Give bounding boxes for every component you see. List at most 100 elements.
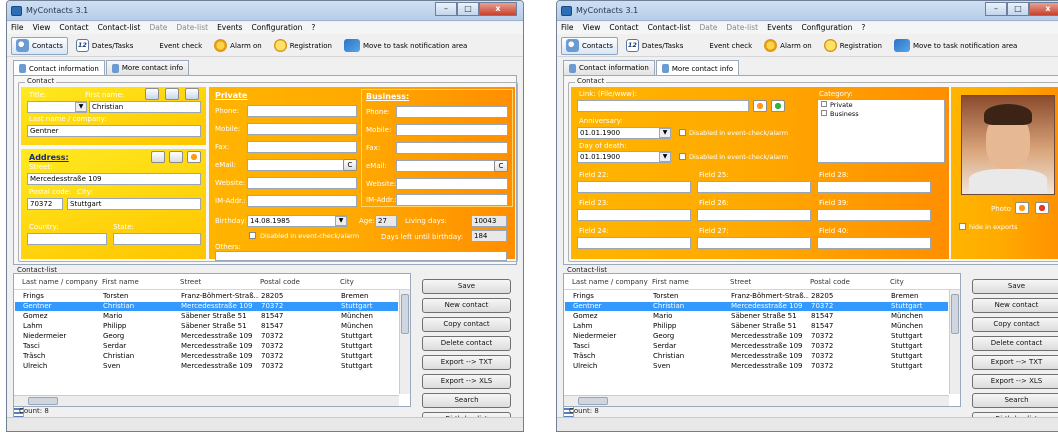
delete-photo-icon[interactable] [1035, 202, 1049, 214]
move-tray-button[interactable]: Move to task notification area [340, 37, 471, 55]
scroll-thumb[interactable] [951, 294, 959, 334]
menu-help[interactable]: ? [861, 22, 865, 34]
minimize-button[interactable]: – [435, 2, 457, 16]
death-disabled-checkbox[interactable] [679, 153, 686, 160]
minimize-button[interactable]: – [985, 2, 1007, 16]
horizontal-scrollbar[interactable] [14, 395, 399, 406]
delete-contact-button[interactable]: Delete contact [422, 336, 511, 351]
menu-view[interactable]: View [33, 22, 51, 34]
open-photo-icon[interactable] [1015, 202, 1029, 214]
col-city[interactable]: City [890, 278, 904, 286]
col-postal[interactable]: Postal code [260, 278, 300, 286]
email-send-button[interactable]: C [343, 159, 357, 171]
business-mobile-field[interactable] [396, 124, 508, 136]
vertical-scrollbar[interactable] [399, 290, 410, 394]
private-email-field[interactable] [247, 159, 345, 171]
menu-date-list[interactable]: Date-list [726, 22, 758, 34]
business-im-field[interactable] [396, 194, 508, 206]
field-23-input[interactable] [577, 209, 691, 221]
birthday-field[interactable]: 14.08.1985 [247, 215, 347, 227]
dates-tasks-button[interactable]: 12 Dates/Tasks [72, 37, 138, 55]
field-25-input[interactable] [697, 181, 811, 193]
col-lastname[interactable]: Last name / company [572, 278, 648, 286]
private-website-field[interactable] [247, 177, 357, 189]
hide-exports-checkbox[interactable] [959, 223, 966, 230]
copy-contact-button[interactable]: Copy contact [972, 317, 1058, 332]
notes-icon[interactable] [165, 88, 179, 100]
col-city[interactable]: City [340, 278, 354, 286]
col-street[interactable]: Street [180, 278, 201, 286]
city-field[interactable]: Stuttgart [67, 198, 201, 210]
scroll-thumb[interactable] [578, 397, 608, 405]
alarm-on-button[interactable]: Alarm on [760, 37, 816, 55]
others-field[interactable] [215, 251, 507, 261]
anniversary-field[interactable]: 01.01.1900 [577, 127, 671, 139]
business-website-field[interactable] [396, 178, 508, 190]
contact-list-table[interactable]: Last name / company First name Street Po… [13, 273, 411, 407]
tab-contact-info[interactable]: Contact information [13, 60, 105, 76]
link-field[interactable] [577, 100, 749, 112]
close-button[interactable]: x [479, 2, 517, 16]
table-row[interactable]: Gentner Christian Mercedesstraße 109 70372 S… [565, 302, 948, 311]
country-field[interactable] [27, 233, 107, 245]
field-40-input[interactable] [817, 237, 931, 249]
close-button[interactable]: x [1029, 2, 1058, 16]
field-28-input[interactable] [817, 181, 931, 193]
table-row[interactable]: Lahm Philipp Säbener Straße 51 81547 München [565, 322, 948, 331]
menu-contact-list[interactable]: Contact-list [648, 22, 691, 34]
private-mobile-field[interactable] [247, 123, 357, 135]
new-contact-button[interactable]: New contact [972, 298, 1058, 313]
arrow-right-icon[interactable] [771, 100, 785, 112]
vertical-scrollbar[interactable] [949, 290, 960, 394]
tab-contact-info[interactable]: Contact information [563, 60, 655, 75]
open-folder-icon[interactable] [753, 100, 767, 112]
field-39-input[interactable] [817, 209, 931, 221]
table-row[interactable]: Gomez Mario Säbener Straße 51 81547 München [565, 312, 948, 321]
private-im-field[interactable] [247, 195, 357, 207]
table-row[interactable]: Lahm Philipp Säbener Straße 51 81547 München [15, 322, 398, 331]
print-icon[interactable] [185, 88, 199, 100]
alarm-on-button[interactable]: Alarm on [210, 37, 266, 55]
menu-file[interactable]: File [561, 22, 574, 34]
col-street[interactable]: Street [730, 278, 751, 286]
event-check-button[interactable]: Event check [13, 37, 206, 431]
menu-configuration[interactable]: Configuration [251, 22, 302, 34]
table-row[interactable]: Ulreich Sven Mercedesstraße 109 70372 Stuttg… [15, 362, 398, 371]
field-26-input[interactable] [697, 209, 811, 221]
horizontal-scrollbar[interactable] [564, 395, 949, 406]
export-xls-button[interactable]: Export --> XLS [422, 374, 511, 389]
field-22-input[interactable] [577, 181, 691, 193]
table-row[interactable]: Tasci Serdar Mercedesstraße 109 70372 Stuttg… [15, 342, 398, 351]
menu-date-list[interactable]: Date-list [176, 22, 208, 34]
business-fax-field[interactable] [396, 142, 508, 154]
table-row[interactable]: Gomez Mario Säbener Straße 51 81547 München [15, 312, 398, 321]
dates-tasks-button[interactable]: 12 Dates/Tasks [622, 37, 688, 55]
table-row[interactable]: Niedermeier Georg Mercedesstraße 109 70372 S… [15, 332, 398, 341]
business-phone-field[interactable] [396, 106, 508, 118]
move-tray-button[interactable]: Move to task notification area [890, 37, 1021, 55]
col-firstname[interactable]: First name [652, 278, 689, 286]
postal-field[interactable]: 70372 [27, 198, 63, 210]
export-txt-button[interactable]: Export --> TXT [422, 355, 511, 370]
menu-contact-list[interactable]: Contact-list [98, 22, 141, 34]
menu-help[interactable]: ? [311, 22, 315, 34]
death-field[interactable]: 01.01.1900 [577, 151, 671, 163]
contacts-button[interactable]: Contacts [11, 36, 68, 55]
field-27-input[interactable] [697, 237, 811, 249]
private-phone-field[interactable] [247, 105, 357, 117]
event-check-button[interactable]: Event check [563, 37, 756, 431]
lastname-field[interactable]: Gentner [27, 125, 201, 137]
table-row[interactable]: Frings Torsten Franz-Böhmert-Straß... 28205… [565, 292, 948, 301]
export-txt-button[interactable]: Export --> TXT [972, 355, 1058, 370]
calendar-dropdown-icon[interactable]: ▼ [335, 216, 347, 226]
table-row[interactable]: Träsch Christian Mercedesstraße 109 70372 St… [15, 352, 398, 361]
menu-events[interactable]: Events [217, 22, 242, 34]
menu-contact[interactable]: Contact [59, 22, 88, 34]
new-contact-button[interactable]: New contact [422, 298, 511, 313]
calendar-dropdown-icon[interactable]: ▼ [659, 152, 671, 162]
copy-contact-button[interactable]: Copy contact [422, 317, 511, 332]
table-row[interactable]: Gentner Christian Mercedesstraße 109 70372 S… [15, 302, 398, 311]
col-lastname[interactable]: Last name / company [22, 278, 98, 286]
search-button[interactable]: Search [422, 393, 511, 408]
field-24-input[interactable] [577, 237, 691, 249]
